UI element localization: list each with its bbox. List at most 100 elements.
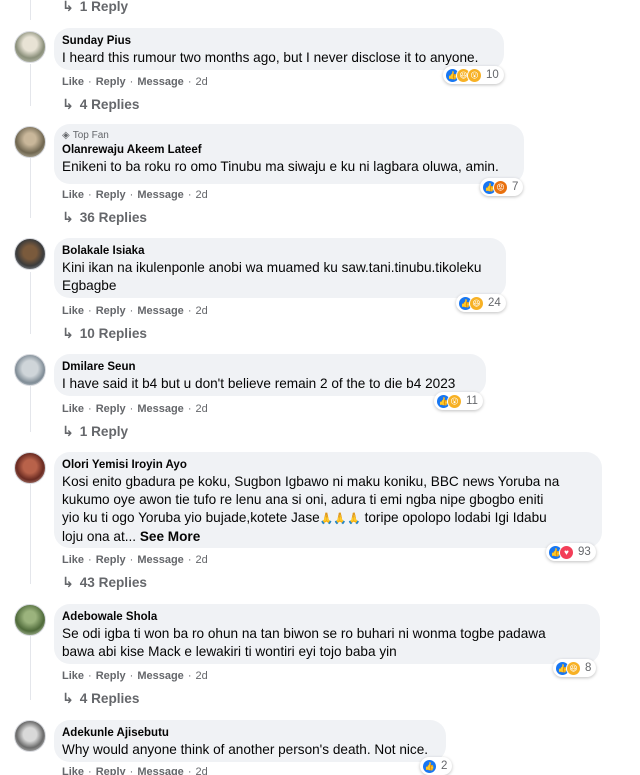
avatar[interactable] bbox=[14, 31, 46, 63]
comment-time[interactable]: 2d bbox=[195, 305, 207, 317]
see-more-link[interactable]: See More bbox=[140, 529, 200, 544]
reaction-summary[interactable]: 👍 😮 11 bbox=[434, 392, 483, 410]
comment-author[interactable]: Adebowale Shola bbox=[62, 610, 590, 625]
reply-arrow-icon: ↳ bbox=[62, 574, 74, 590]
comment-author[interactable]: Olanrewaju Akeem Lateef bbox=[62, 143, 514, 158]
reaction-summary[interactable]: 👍 ♥ 93 bbox=[546, 543, 596, 561]
like-reaction-icon: 👍 bbox=[422, 758, 437, 774]
separator: · bbox=[187, 403, 192, 415]
comment-text-line: Kini ikan na ikulenponle anobi wa muamed… bbox=[62, 260, 482, 275]
comment-bubble: Dmilare Seun I have said it b4 but u don… bbox=[54, 354, 486, 396]
like-action[interactable]: Like bbox=[62, 189, 84, 201]
message-action[interactable]: Message bbox=[137, 305, 183, 317]
reply-action[interactable]: Reply bbox=[96, 670, 126, 682]
like-action[interactable]: Like bbox=[62, 766, 84, 775]
avatar[interactable] bbox=[14, 604, 46, 636]
comment-bubble: Olori Yemisi Iroyin Ayo Kosi enito gbadu… bbox=[54, 452, 602, 548]
separator: · bbox=[88, 554, 92, 566]
reaction-count: 10 bbox=[486, 69, 499, 81]
avatar[interactable] bbox=[14, 452, 46, 484]
reply-arrow-icon: ↳ bbox=[62, 0, 74, 14]
separator: · bbox=[129, 766, 134, 775]
view-replies-link[interactable]: ↳ 43 Replies bbox=[62, 574, 147, 591]
comment-author[interactable]: Dmilare Seun bbox=[62, 360, 476, 375]
reaction-count: 8 bbox=[585, 662, 592, 674]
comment-time[interactable]: 2d bbox=[195, 76, 207, 88]
view-replies-link[interactable]: ↳ 4 Replies bbox=[62, 96, 139, 113]
comment-text-line: toripe opolopo lodabi Igi Idabu bbox=[360, 510, 547, 525]
separator: · bbox=[187, 189, 192, 201]
reply-action[interactable]: Reply bbox=[96, 305, 126, 317]
thread-line bbox=[30, 272, 31, 334]
like-action[interactable]: Like bbox=[62, 76, 84, 88]
reply-arrow-icon: ↳ bbox=[62, 423, 74, 439]
reaction-count: 7 bbox=[512, 181, 519, 193]
comment-author[interactable]: Sunday Pius bbox=[62, 34, 494, 49]
message-action[interactable]: Message bbox=[137, 76, 183, 88]
like-action[interactable]: Like bbox=[62, 554, 84, 566]
like-action[interactable]: Like bbox=[62, 403, 84, 415]
comment-text-line: yio ku ti ogo Yoruba yio bujade,kotete J… bbox=[62, 510, 320, 525]
separator: · bbox=[88, 670, 92, 682]
reaction-summary[interactable]: 👍 😆 8 bbox=[553, 659, 597, 677]
reply-action[interactable]: Reply bbox=[96, 766, 126, 775]
comment-author[interactable]: Bolakale Isiaka bbox=[62, 244, 496, 259]
comment-author[interactable]: Olori Yemisi Iroyin Ayo bbox=[62, 458, 592, 473]
replies-label: 1 Reply bbox=[79, 0, 129, 14]
folded-hands-emoji: 🙏🙏🙏 bbox=[319, 513, 361, 525]
comment-text: Why would anyone think of another person… bbox=[62, 742, 429, 757]
thread-line bbox=[30, 386, 31, 432]
view-replies-link[interactable]: ↳ 36 Replies bbox=[62, 209, 147, 226]
separator: · bbox=[187, 766, 192, 775]
reply-action[interactable]: Reply bbox=[96, 554, 126, 566]
reply-arrow-icon: ↳ bbox=[62, 690, 74, 706]
haha-reaction-icon: 😆 bbox=[566, 660, 581, 676]
comment-author[interactable]: Adekunle Ajisebutu bbox=[62, 726, 436, 741]
top-fan-badge: ◈ Top Fan bbox=[62, 130, 514, 141]
like-action[interactable]: Like bbox=[62, 305, 84, 317]
message-action[interactable]: Message bbox=[137, 189, 183, 201]
reaction-summary[interactable]: 👍 2 bbox=[420, 757, 453, 775]
avatar[interactable] bbox=[14, 126, 46, 158]
comment-time[interactable]: 2d bbox=[195, 403, 207, 415]
separator: · bbox=[88, 189, 92, 201]
avatar[interactable] bbox=[14, 238, 46, 270]
reaction-count: 11 bbox=[466, 395, 478, 407]
reply-action[interactable]: Reply bbox=[96, 403, 126, 415]
view-replies-link[interactable]: ↳ 1 Reply bbox=[62, 423, 128, 440]
reply-arrow-icon: ↳ bbox=[62, 325, 74, 341]
reply-action[interactable]: Reply bbox=[96, 76, 126, 88]
reaction-summary[interactable]: 👍 😆 24 bbox=[456, 294, 506, 312]
view-replies-link[interactable]: ↳ 10 Replies bbox=[62, 325, 147, 342]
thread-line bbox=[30, 484, 31, 584]
message-action[interactable]: Message bbox=[137, 766, 183, 775]
thread-line bbox=[30, 0, 31, 20]
reply-arrow-icon: ↳ bbox=[62, 96, 74, 112]
comment-time[interactable]: 2d bbox=[195, 670, 207, 682]
view-replies-link[interactable]: ↳ 1 Reply bbox=[62, 0, 128, 15]
comment-bubble: Bolakale Isiaka Kini ikan na ikulenponle… bbox=[54, 238, 506, 298]
comment-time[interactable]: 2d bbox=[195, 554, 207, 566]
comment-time[interactable]: 2d bbox=[195, 766, 207, 775]
message-action[interactable]: Message bbox=[137, 554, 183, 566]
comment-text: Enikeni to ba roku ro omo Tinubu ma siwa… bbox=[62, 159, 499, 174]
avatar[interactable] bbox=[14, 354, 46, 386]
reaction-summary[interactable]: 👍 😆 😮 10 bbox=[443, 66, 504, 84]
comment-time[interactable]: 2d bbox=[195, 189, 207, 201]
avatar[interactable] bbox=[14, 720, 46, 752]
message-action[interactable]: Message bbox=[137, 403, 183, 415]
comment-bubble: Adebowale Shola Se odi igba ti won ba ro… bbox=[54, 604, 600, 664]
like-action[interactable]: Like bbox=[62, 670, 84, 682]
comment-actions: Like · Reply · Message · 2d bbox=[62, 554, 208, 566]
view-replies-link[interactable]: ↳ 4 Replies bbox=[62, 690, 139, 707]
angry-reaction-icon: 😡 bbox=[493, 179, 508, 195]
thread-line bbox=[30, 64, 31, 106]
reaction-summary[interactable]: 👍 😡 7 bbox=[480, 178, 524, 196]
reply-action[interactable]: Reply bbox=[96, 189, 126, 201]
separator: · bbox=[187, 554, 192, 566]
comment-actions: Like · Reply · Message · 2d bbox=[62, 766, 208, 775]
message-action[interactable]: Message bbox=[137, 670, 183, 682]
separator: · bbox=[129, 189, 134, 201]
comment-text-line: Kosi enito gbadura pe koku, Sugbon Igbaw… bbox=[62, 474, 560, 489]
haha-reaction-icon: 😆 bbox=[469, 295, 484, 311]
